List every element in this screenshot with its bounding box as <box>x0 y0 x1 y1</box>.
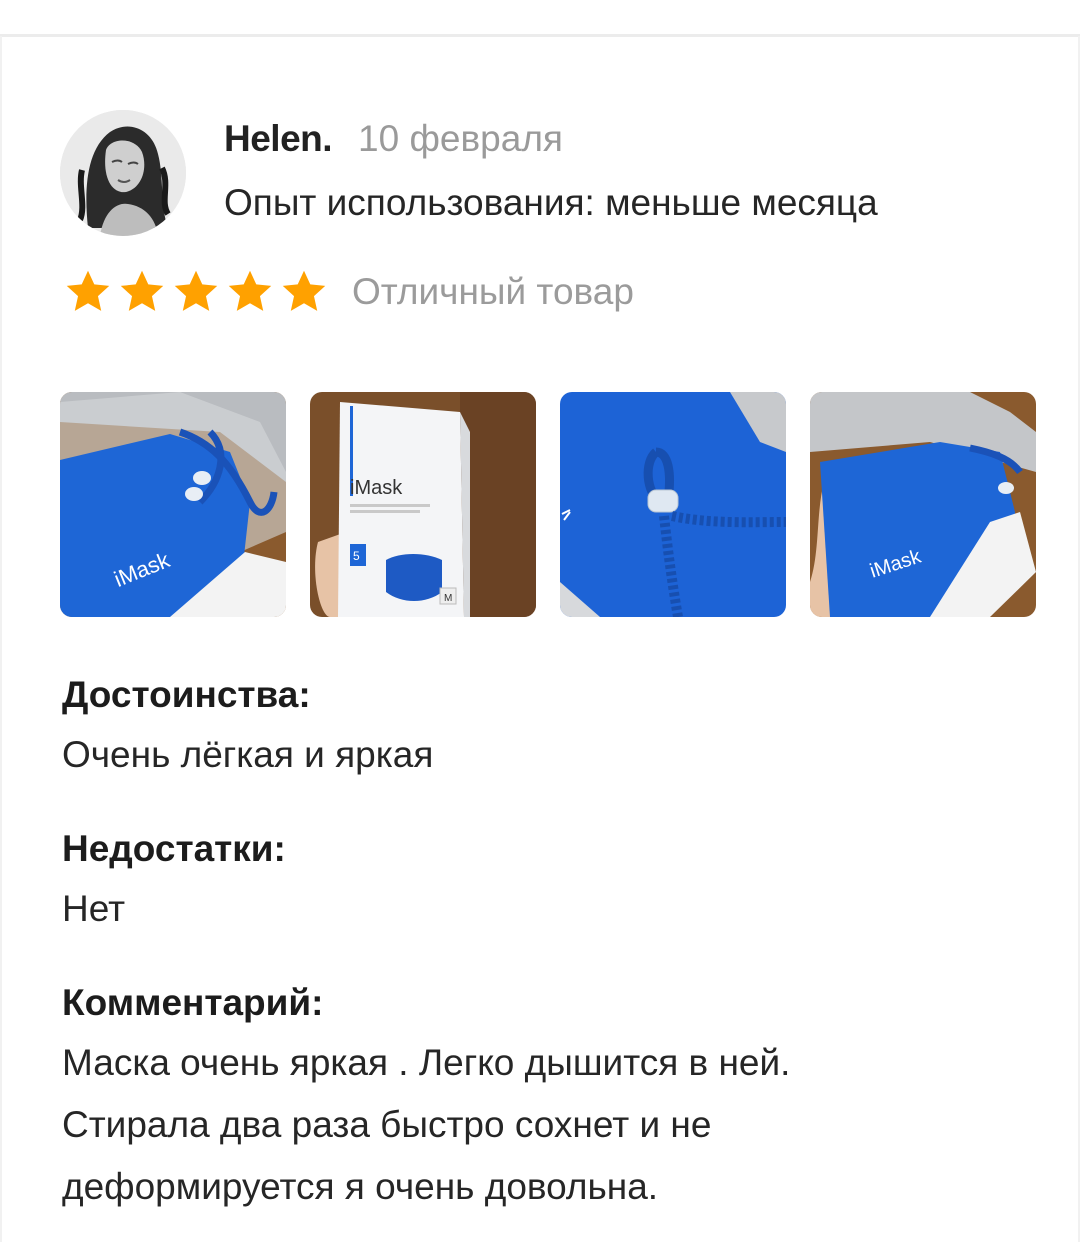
author-name[interactable]: Helen. <box>224 118 333 160</box>
comment-line: деформируется я очень довольна. <box>62 1166 659 1207</box>
pros-title: Достоинства: <box>62 674 311 715</box>
star-icon <box>174 270 218 311</box>
rating-label: Отличный товар <box>352 271 634 312</box>
review-photo[interactable] <box>560 392 786 617</box>
rating-row: Отличный товар <box>62 266 634 318</box>
comment-text: Маска очень яркая . Легко дышится в ней.… <box>62 1032 1022 1218</box>
box-brand: iMask <box>350 477 403 499</box>
review-card: Helen. 10 февраля Опыт использования: ме… <box>0 0 1080 1242</box>
author-row: Helen. 10 февраля <box>224 118 563 166</box>
star-rating <box>62 266 330 318</box>
box-count: 5 <box>353 549 360 563</box>
review-photo[interactable]: iMask <box>810 392 1036 617</box>
review-photo[interactable]: iMask <box>60 392 286 617</box>
photo-gallery: iMask iMask 5 M iMask <box>60 392 1036 617</box>
star-icon <box>66 270 110 311</box>
top-divider <box>0 34 1080 37</box>
pros-text: Очень лёгкая и яркая <box>62 734 434 775</box>
cons-title: Недостатки: <box>62 828 286 869</box>
star-icon <box>282 270 326 311</box>
card-left-border <box>0 36 2 1242</box>
star-icon <box>228 270 272 311</box>
comment-title: Комментарий: <box>62 982 324 1023</box>
comment-line: Стирала два раза быстро сохнет и не <box>62 1104 712 1145</box>
star-icon <box>120 270 164 311</box>
cons-text: Нет <box>62 888 126 929</box>
review-date: 10 февраля <box>358 118 563 159</box>
review-photo[interactable]: iMask 5 M <box>310 392 536 617</box>
usage-experience: Опыт использования: меньше месяца <box>224 182 878 223</box>
comment-line: Маска очень яркая . Легко дышится в ней. <box>62 1042 791 1083</box>
size-mark: M <box>444 593 452 604</box>
avatar[interactable] <box>60 110 186 236</box>
